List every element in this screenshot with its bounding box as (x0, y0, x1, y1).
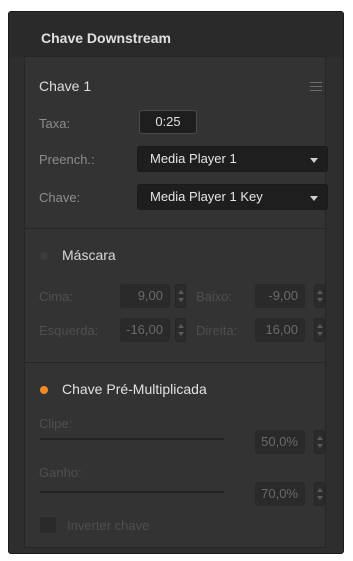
mask-top-stepper[interactable] (175, 284, 186, 308)
key-source-value: Media Player 1 Key (150, 189, 263, 204)
mask-left-stepper[interactable] (175, 318, 186, 342)
mask-label: Máscara (62, 247, 116, 263)
section-divider (25, 228, 325, 229)
clip-input[interactable]: 50,0% (255, 430, 305, 454)
panel-title: Chave Downstream (41, 30, 171, 46)
mask-bottom-label: Baixo: (196, 289, 233, 304)
fill-label: Preench.: (39, 152, 95, 167)
invert-key-label: Inverter chave (67, 518, 150, 533)
fill-source-value: Media Player 1 (150, 151, 237, 166)
key-source-select[interactable]: Media Player 1 Key (137, 184, 328, 210)
clip-stepper[interactable] (314, 430, 325, 454)
gain-label: Ganho: (39, 465, 82, 480)
fill-source-select[interactable]: Media Player 1 (137, 146, 328, 172)
hamburger-menu-icon[interactable] (310, 82, 322, 91)
clip-slider[interactable] (40, 438, 224, 440)
chevron-down-icon (310, 196, 318, 201)
panel-header: Chave Downstream (9, 12, 343, 58)
mask-right-input[interactable]: 16,00 (255, 318, 305, 342)
mask-toggle[interactable] (40, 252, 48, 260)
gain-stepper[interactable] (314, 482, 325, 506)
rate-input[interactable]: 0:25 (139, 110, 197, 134)
rate-label: Taxa: (39, 116, 71, 131)
mask-right-label: Direita: (196, 323, 238, 338)
mask-bottom-input[interactable]: -9,00 (255, 284, 305, 308)
clip-label: Clipe: (39, 416, 73, 431)
gain-slider[interactable] (40, 491, 224, 493)
premultiplied-label: Chave Pré-Multiplicada (62, 381, 207, 397)
mask-top-label: Cima: (39, 289, 73, 304)
mask-right-stepper[interactable] (314, 318, 325, 342)
key-title: Chave 1 (39, 78, 92, 94)
section-divider (25, 362, 325, 363)
key-label: Chave: (39, 190, 81, 205)
mask-bottom-stepper[interactable] (314, 284, 325, 308)
premultiplied-toggle[interactable] (40, 386, 48, 394)
mask-left-label: Esquerda: (39, 323, 99, 338)
gain-input[interactable]: 70,0% (255, 482, 305, 506)
mask-left-input[interactable]: -16,00 (120, 318, 170, 342)
invert-key-checkbox[interactable] (40, 517, 56, 533)
chevron-down-icon (310, 158, 318, 163)
mask-top-input[interactable]: 9,00 (120, 284, 170, 308)
